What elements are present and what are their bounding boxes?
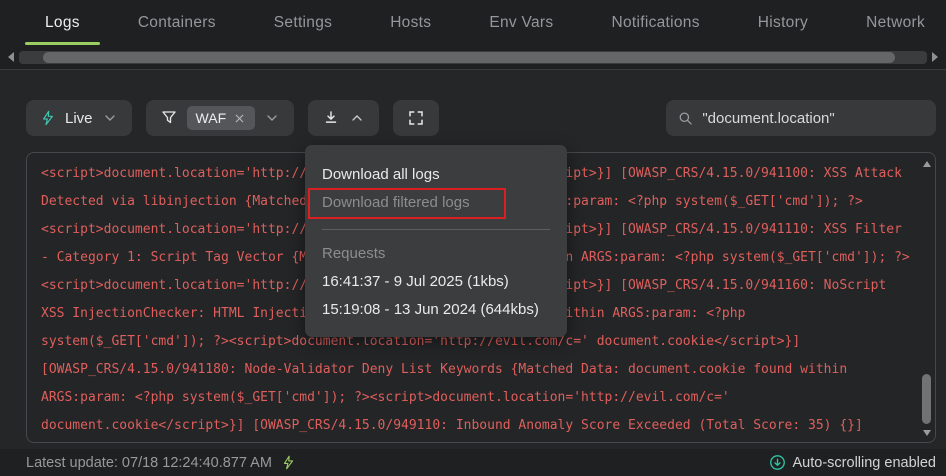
filter-tag-waf[interactable]: WAF xyxy=(186,106,256,130)
chevron-up-icon xyxy=(352,115,362,121)
fullscreen-icon xyxy=(409,111,423,125)
tab-network[interactable]: Network xyxy=(846,0,945,45)
scrollbar-track[interactable] xyxy=(19,50,927,64)
filter-button[interactable]: WAF xyxy=(145,100,295,136)
tab-env-vars[interactable]: Env Vars xyxy=(469,0,573,45)
tab-notifications-label: Notifications xyxy=(611,14,700,31)
autoscroll-label: Auto-scrolling enabled xyxy=(792,454,936,471)
scroll-up-arrow-icon[interactable] xyxy=(923,161,931,167)
tab-logs[interactable]: Logs xyxy=(25,0,100,45)
autoscroll-status: Auto-scrolling enabled xyxy=(769,454,936,471)
live-mode-button[interactable]: Live xyxy=(26,100,132,136)
tab-notifications[interactable]: Notifications xyxy=(591,0,719,45)
download-logs-button[interactable] xyxy=(308,100,380,136)
menu-item-request-1[interactable]: 16:41:37 - 9 Jul 2025 (1kbs) xyxy=(305,268,567,296)
tab-logs-label: Logs xyxy=(45,14,80,31)
chevron-down-icon xyxy=(267,115,277,121)
live-mode-label: Live xyxy=(65,109,93,127)
tab-hosts[interactable]: Hosts xyxy=(370,0,451,45)
search-input[interactable] xyxy=(702,109,924,127)
menu-item-download-filtered-logs[interactable]: Download filtered logs xyxy=(305,189,567,217)
header: Logs Containers Settings Hosts Env Vars … xyxy=(0,0,946,70)
latest-update-text: Latest update: 07/18 12:24:40.877 AM xyxy=(26,454,272,471)
lightning-icon xyxy=(283,455,294,470)
tab-containers[interactable]: Containers xyxy=(118,0,236,45)
tab-network-label: Network xyxy=(866,14,926,31)
menu-item-download-all-logs[interactable]: Download all logs xyxy=(305,161,567,189)
tab-history-label: History xyxy=(757,14,809,31)
tab-bar: Logs Containers Settings Hosts Env Vars … xyxy=(0,0,946,45)
tab-env-vars-label: Env Vars xyxy=(489,14,554,31)
log-line: [OWASP_CRS/4.15.0/941180: Node-Validator… xyxy=(41,362,848,377)
log-line: document.cookie</script>}] [OWASP_CRS/4.… xyxy=(41,418,863,433)
filter-tag-label: WAF xyxy=(195,110,227,126)
fullscreen-button[interactable] xyxy=(393,100,440,136)
arrow-down-circle-icon xyxy=(769,455,785,470)
scrollbar-thumb[interactable] xyxy=(922,374,931,424)
tab-hosts-label: Hosts xyxy=(390,14,432,31)
menu-divider xyxy=(322,229,550,230)
tab-settings[interactable]: Settings xyxy=(254,0,352,45)
status-bar: Latest update: 07/18 12:24:40.877 AM Aut… xyxy=(0,449,946,476)
lightning-icon xyxy=(43,110,53,126)
menu-item-request-2[interactable]: 15:19:08 - 13 Jun 2024 (644kbs) xyxy=(305,296,567,324)
menu-section-requests: Requests xyxy=(322,245,386,262)
tab-settings-label: Settings xyxy=(273,14,333,31)
search-icon xyxy=(679,111,692,125)
scrollbar-thumb[interactable] xyxy=(43,51,895,63)
toolbar: Live WAF xyxy=(26,100,936,136)
download-menu: Download all logs Download filtered logs… xyxy=(305,145,567,337)
tab-history[interactable]: History xyxy=(738,0,828,45)
funnel-icon xyxy=(161,111,176,124)
scroll-left-arrow-icon[interactable] xyxy=(8,52,14,62)
remove-filter-icon[interactable] xyxy=(233,112,246,125)
tabs-horizontal-scrollbar[interactable] xyxy=(0,45,946,69)
log-line: ARGS:param: <?php system($_GET['cmd']); … xyxy=(41,390,730,405)
scroll-down-arrow-icon[interactable] xyxy=(923,430,931,436)
search-box[interactable] xyxy=(666,100,936,136)
chevron-down-icon xyxy=(104,115,115,121)
tab-containers-label: Containers xyxy=(137,14,216,31)
scroll-right-arrow-icon[interactable] xyxy=(932,52,938,62)
download-icon xyxy=(325,111,337,123)
log-vertical-scrollbar[interactable] xyxy=(921,155,933,440)
